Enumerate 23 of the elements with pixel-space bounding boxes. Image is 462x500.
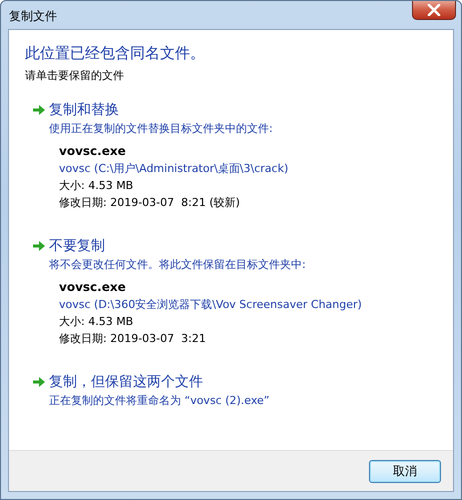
file-name: vovsc.exe [59,143,127,160]
option-description: 使用正在复制的文件替换目标文件夹中的文件: [49,121,274,136]
cancel-button[interactable]: 取消 [369,460,441,482]
arrow-icon [32,103,46,117]
option-description: 将不会更改任何文件。将此文件保留在目标文件夹中: [49,257,307,272]
file-date: 修改日期: 2019-03-07 3:21 [59,331,207,347]
close-button[interactable] [412,1,456,20]
file-date: 修改日期: 2019-03-07 8:21 (较新) [59,195,241,211]
option-description: 正在复制的文件将重命名为 “vovsc (2).exe” [49,393,271,408]
file-path: vovsc (C:\用户\Administrator\桌面\3\crack) [59,161,290,177]
option-link[interactable]: 不要复制 [49,237,105,255]
file-name: vovsc.exe [59,279,127,296]
file-size: 大小: 4.53 MB [59,314,134,330]
arrow-icon [32,239,46,253]
dialog-heading: 此位置已经包含同名文件。 [25,44,206,63]
file-size: 大小: 4.53 MB [59,178,134,194]
window-title: 复制文件 [9,8,57,25]
close-icon [427,4,441,16]
arrow-icon [32,375,46,389]
option-link[interactable]: 复制和替换 [49,101,119,119]
instruction-text: 请单击要保留的文件 [25,68,125,83]
option-link[interactable]: 复制，但保留这两个文件 [49,373,203,391]
file-path: vovsc (D:\360安全浏览器下载\Vov Screensaver Changer) [59,297,363,313]
